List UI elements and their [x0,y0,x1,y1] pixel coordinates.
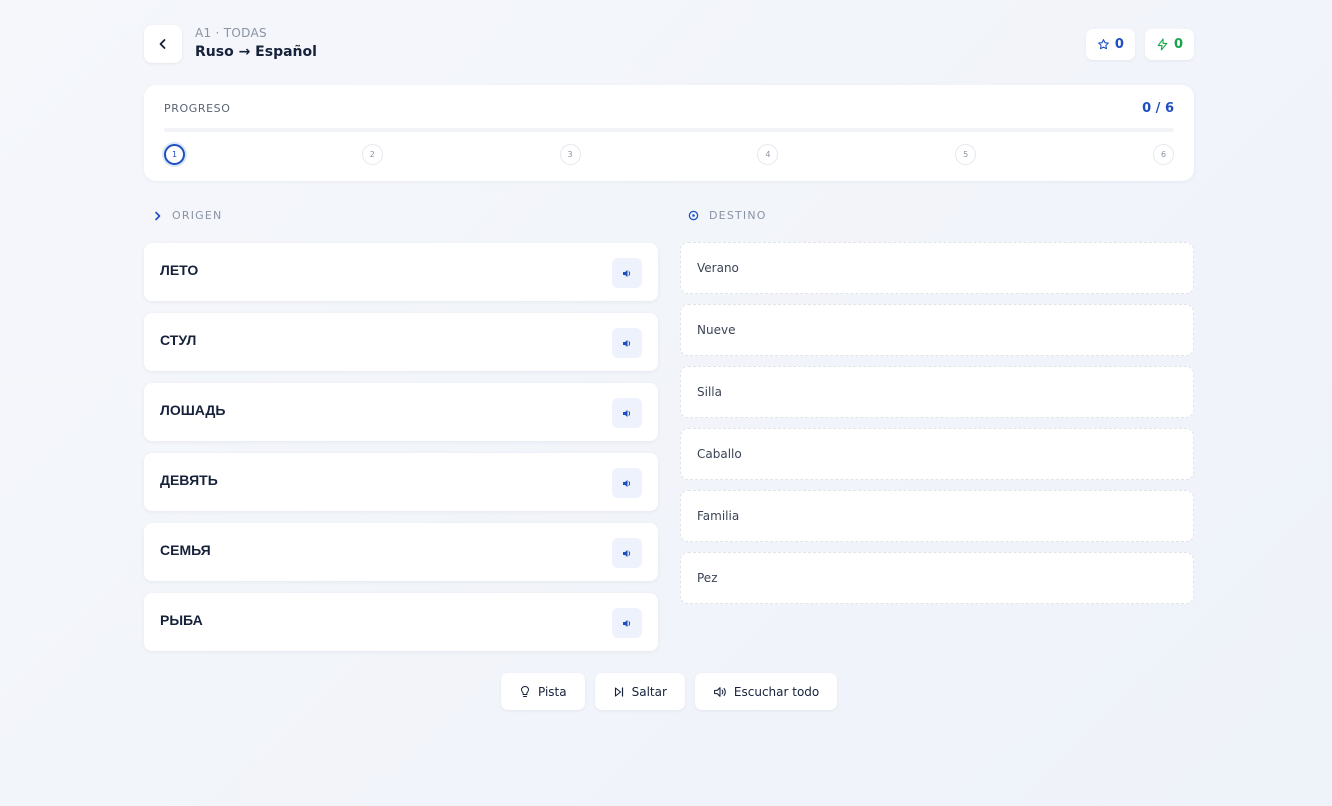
target-word-card[interactable]: Verano [680,242,1194,294]
listen-all-button[interactable]: Escuchar todo [694,673,838,710]
play-audio-button[interactable] [612,468,642,498]
source-word: ЛОШАДЬ [160,402,226,418]
speaker-icon [623,409,631,417]
target-icon [688,210,699,221]
action-bar: Pista Saltar Escuchar todo [501,673,838,710]
star-icon [1098,39,1109,50]
source-word-card[interactable]: СТУЛ [144,313,658,371]
target-word-card[interactable]: Pez [680,552,1194,604]
stars-badge: 0 [1085,29,1135,60]
speaker-icon [623,269,631,277]
source-word-card[interactable]: СЕМЬЯ [144,523,658,581]
origin-column: ЛЕТО СТУЛ ЛОШАДЬ ДЕВЯТЬ СЕМЬЯ РЫБА [144,243,658,663]
progress-step: 5 [955,144,977,165]
streak-count: 0 [1173,37,1183,52]
speaker-icon [623,619,631,627]
speaker-icon [623,479,631,487]
hint-label: Pista [538,684,567,699]
play-audio-button[interactable] [612,538,642,568]
source-word: СТУЛ [160,332,197,348]
speaker-icon [623,339,631,347]
lightning-icon [1157,38,1168,51]
source-word-card[interactable]: ДЕВЯТЬ [144,453,658,511]
destination-label: DESTINO [709,209,767,222]
progress-step: 3 [559,144,581,165]
source-word: ЛЕТО [160,262,199,278]
hint-button[interactable]: Pista [501,673,585,710]
source-word-card[interactable]: ЛОШАДЬ [144,383,658,441]
source-word-card[interactable]: ЛЕТО [144,243,658,301]
destination-column: Verano Nueve Silla Caballo Familia Pez [680,242,1194,614]
level-subtitle: A1 · TODAS [195,26,267,40]
speaker-icon [713,686,726,697]
score-badges: 0 0 [1085,29,1194,60]
chevron-right-icon [155,211,161,220]
target-word-card[interactable]: Familia [680,490,1194,542]
play-audio-button[interactable] [612,328,642,358]
skip-button[interactable]: Saltar [594,673,685,710]
play-audio-button[interactable] [612,258,642,288]
target-word-card[interactable]: Nueve [680,304,1194,356]
progress-card: PROGRESO 0 / 6 1 2 3 4 5 6 [144,85,1194,181]
target-word-card[interactable]: Silla [680,366,1194,418]
progress-step: 2 [361,144,383,165]
target-word: Pez [697,571,718,585]
target-word: Familia [697,509,740,523]
lightbulb-icon [521,686,529,697]
streak-badge: 0 [1144,29,1194,60]
source-word: РЫБА [160,612,203,628]
header-titles: A1 · TODAS Ruso → Español [195,26,317,63]
back-button[interactable] [144,25,182,63]
header: A1 · TODAS Ruso → Español 0 0 [144,25,1194,65]
target-word: Silla [697,385,722,399]
progress-count: 0 / 6 [1142,101,1174,116]
skip-label: Saltar [631,684,667,699]
stars-count: 0 [1114,37,1124,52]
progress-step: 6 [1153,144,1174,165]
speaker-icon [623,549,631,557]
listen-all-label: Escuchar todo [733,684,820,699]
play-audio-button[interactable] [612,398,642,428]
target-word: Verano [697,261,739,275]
progress-bar [164,128,1174,132]
source-word: ДЕВЯТЬ [160,472,218,488]
skip-icon [614,686,623,697]
page-title: Ruso → Español [195,44,317,60]
source-word: СЕМЬЯ [160,542,211,558]
target-word: Nueve [697,323,736,337]
progress-steps: 1 2 3 4 5 6 [164,144,1174,166]
target-word: Caballo [697,447,742,461]
progress-label: PROGRESO [164,102,231,115]
destination-header: DESTINO [688,209,767,222]
play-audio-button[interactable] [612,608,642,638]
progress-step: 4 [757,144,779,165]
origin-header: ORIGEN [154,209,222,222]
origin-label: ORIGEN [172,209,223,222]
target-word-card[interactable]: Caballo [680,428,1194,480]
progress-step: 1 [164,144,185,165]
source-word-card[interactable]: РЫБА [144,593,658,651]
chevron-left-icon [159,39,166,49]
